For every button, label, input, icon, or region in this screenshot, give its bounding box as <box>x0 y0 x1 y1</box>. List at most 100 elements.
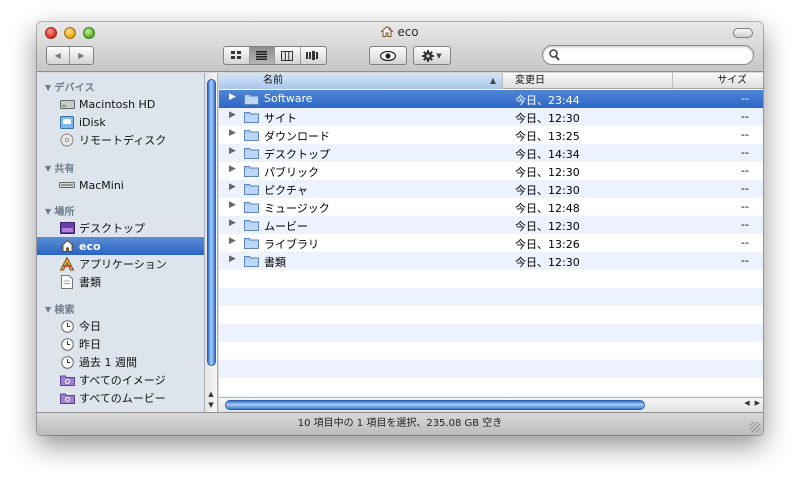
sidebar-item-idisk[interactable]: iDisk <box>37 113 204 131</box>
gear-icon <box>422 49 435 62</box>
sidebar-heading-shared[interactable]: ▼ 共有 <box>45 160 75 175</box>
empty-row <box>219 360 763 378</box>
table-row[interactable]: ▶ Software 今日、23:44 -- <box>219 90 763 108</box>
disclosure-triangle-icon[interactable]: ▶ <box>229 236 236 246</box>
action-menu-button[interactable]: ▼ <box>413 46 451 65</box>
file-size: -- <box>741 182 749 195</box>
disclosure-triangle-icon[interactable]: ▶ <box>229 200 236 210</box>
disclosure-triangle-icon[interactable]: ▶ <box>229 92 236 102</box>
horizontal-scroll-thumb[interactable] <box>225 400 645 410</box>
resize-grip-icon[interactable] <box>750 422 760 432</box>
table-row[interactable]: ▶ ムービー 今日、12:30 -- <box>219 216 763 234</box>
table-row[interactable]: ▶ ピクチャ 今日、12:30 -- <box>219 180 763 198</box>
sidebar-item-eco[interactable]: eco <box>37 237 204 255</box>
scroll-right-arrow-icon[interactable]: ▶ <box>755 399 760 407</box>
folder-icon <box>244 148 259 159</box>
scroll-down-arrow-icon[interactable]: ▼ <box>205 399 217 410</box>
horizontal-scrollbar[interactable]: ◀ ▶ <box>219 397 763 412</box>
disclosure-triangle-icon[interactable]: ▶ <box>229 128 236 138</box>
file-size: -- <box>741 200 749 213</box>
forward-button[interactable]: ▶ <box>70 47 93 64</box>
smart-folder-icon <box>59 373 75 387</box>
date-modified: 今日、13:25 <box>515 130 580 143</box>
file-name: ライブラリ <box>264 238 319 251</box>
search-input[interactable] <box>565 48 745 62</box>
column-header-date-modified[interactable]: 変更日 <box>503 73 673 89</box>
status-text: 10 項目中の 1 項目を選択、235.08 GB 空き <box>297 418 503 429</box>
date-modified: 今日、13:26 <box>515 238 580 251</box>
sidebar-item-today[interactable]: 今日 <box>37 317 204 335</box>
date-modified: 今日、12:48 <box>515 202 580 215</box>
file-name: パブリック <box>264 166 319 179</box>
sidebar-scroll-thumb[interactable] <box>207 79 216 366</box>
hard-drive-icon <box>59 97 75 111</box>
sidebar-item-desktop[interactable]: デスクトップ <box>37 219 204 237</box>
clock-icon <box>59 337 75 351</box>
icon-view-button[interactable] <box>224 47 250 64</box>
column-view-button[interactable] <box>275 47 301 64</box>
file-name: ムービー <box>264 220 308 233</box>
idisk-icon <box>59 115 75 129</box>
cover-flow-button[interactable] <box>301 47 326 64</box>
back-button[interactable]: ◀ <box>47 47 70 64</box>
disclosure-triangle-icon[interactable]: ▶ <box>229 218 236 228</box>
disclosure-triangle-icon[interactable]: ▶ <box>229 146 236 156</box>
table-row[interactable]: ▶ パブリック 今日、12:30 -- <box>219 162 763 180</box>
table-row[interactable]: ▶ サイト 今日、12:30 -- <box>219 108 763 126</box>
sidebar-item-remote-disc[interactable]: リモートディスク <box>37 131 204 149</box>
table-row[interactable]: ▶ デスクトップ 今日、14:34 -- <box>219 144 763 162</box>
sidebar-item-macintosh-hd[interactable]: Macintosh HD <box>37 95 204 113</box>
table-row[interactable]: ▶ 書類 今日、12:30 -- <box>219 252 763 270</box>
date-modified: 今日、12:30 <box>515 220 580 233</box>
sidebar-item-all-movies[interactable]: すべてのムービー <box>37 389 204 407</box>
horizontal-scroll-arrows: ◀ ▶ <box>744 399 760 407</box>
folder-icon <box>244 112 259 123</box>
scroll-up-arrow-icon[interactable]: ▲ <box>205 388 217 399</box>
file-name: Software <box>264 92 313 105</box>
back-forward-control: ◀ ▶ <box>46 46 94 65</box>
disclosure-triangle-icon: ▼ <box>45 164 52 173</box>
date-modified: 今日、14:34 <box>515 148 580 161</box>
file-size: -- <box>741 218 749 231</box>
table-row[interactable]: ▶ ミュージック 今日、12:48 -- <box>219 198 763 216</box>
file-name: デスクトップ <box>264 148 330 161</box>
toolbar-toggle-button[interactable] <box>733 28 753 38</box>
table-row[interactable]: ▶ ダウンロード 今日、13:25 -- <box>219 126 763 144</box>
list-header: 名前 ▲ 変更日 サイズ <box>219 73 763 89</box>
search-field[interactable] <box>542 45 754 65</box>
file-name: ピクチャ <box>264 184 308 197</box>
table-row[interactable]: ▶ ライブラリ 今日、13:26 -- <box>219 234 763 252</box>
sidebar-item-documents[interactable]: 書類 <box>37 273 204 291</box>
sort-ascending-icon: ▲ <box>489 76 496 85</box>
sidebar-item-all-images[interactable]: すべてのイメージ <box>37 371 204 389</box>
date-modified: 今日、23:44 <box>515 94 580 107</box>
disclosure-triangle-icon[interactable]: ▶ <box>229 110 236 120</box>
list-view-button[interactable] <box>249 47 275 64</box>
file-size: -- <box>741 254 749 267</box>
sidebar-item-yesterday[interactable]: 昨日 <box>37 335 204 353</box>
sidebar-heading-devices[interactable]: ▼ デバイス <box>45 79 95 94</box>
file-name: ダウンロード <box>264 130 330 143</box>
eye-icon <box>380 50 396 61</box>
sidebar-heading-places[interactable]: ▼ 場所 <box>45 203 75 218</box>
disclosure-triangle-icon[interactable]: ▶ <box>229 164 236 174</box>
toolbar: eco ◀ ▶ ▼ <box>37 22 763 72</box>
folder-icon <box>244 166 259 177</box>
sidebar-item-macmini[interactable]: MacMini <box>37 176 204 194</box>
disclosure-triangle-icon[interactable]: ▶ <box>229 254 236 264</box>
date-modified: 今日、12:30 <box>515 166 580 179</box>
sidebar-item-applications[interactable]: アプリケーション <box>37 255 204 273</box>
sidebar-item-past-week[interactable]: 過去 1 週間 <box>37 353 204 371</box>
empty-row <box>219 378 763 396</box>
empty-row <box>219 270 763 288</box>
sidebar-scrollbar[interactable]: ▲ ▼ <box>205 73 218 412</box>
sidebar-heading-search[interactable]: ▼ 検索 <box>45 301 75 316</box>
disclosure-triangle-icon[interactable]: ▶ <box>229 182 236 192</box>
column-header-size[interactable]: サイズ <box>673 73 763 89</box>
forward-arrow-icon: ▶ <box>78 51 85 60</box>
column-header-name[interactable]: 名前 ▲ <box>219 73 503 89</box>
scroll-left-arrow-icon[interactable]: ◀ <box>744 399 749 407</box>
empty-row <box>219 324 763 342</box>
quick-look-button[interactable] <box>369 46 407 65</box>
disclosure-triangle-icon: ▼ <box>45 207 52 216</box>
